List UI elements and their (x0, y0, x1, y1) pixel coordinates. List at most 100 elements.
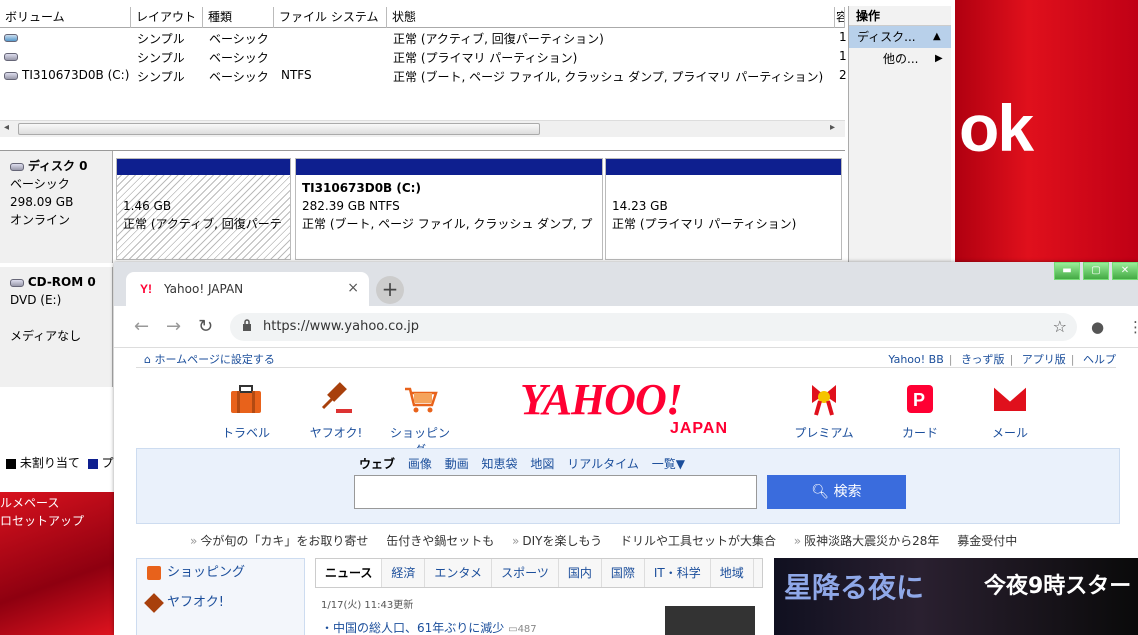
disk0-label[interactable]: ディスク 0 ベーシック 298.09 GB オンライン (0, 151, 113, 263)
scroll-left-icon[interactable]: ◂ (4, 122, 9, 133)
promo-link[interactable]: 阪神淡路大震災から28年 (804, 534, 939, 548)
sidebar-item-auction[interactable]: ヤフオク! (137, 589, 304, 619)
gavel-icon (321, 382, 352, 413)
partition-recovery[interactable]: 1.46 GB 正常 (アクティブ, 回復パーテ (116, 158, 291, 260)
service-shopping[interactable]: ショッピング (390, 381, 450, 458)
new-tab-button[interactable]: + (376, 276, 404, 304)
window-controls: ▬ ▢ ✕ (1051, 262, 1138, 280)
cdrom-label[interactable]: CD-ROM 0 DVD (E:) メディアなし (0, 267, 113, 387)
search-tab-chiebukuro[interactable]: 知恵袋 (482, 457, 518, 471)
desktop-text-2: ロセットアップ (0, 514, 85, 528)
partition-primary[interactable]: 14.23 GB 正常 (プライマリ パーティション) (605, 158, 842, 260)
col-type[interactable]: 種類 (203, 7, 274, 28)
horizontal-scrollbar[interactable]: ◂ ▸ (0, 120, 845, 137)
legend-unalloc: 未割り当て (19, 456, 80, 470)
promo-link[interactable]: 募金受付中 (957, 534, 1017, 548)
yahoo-logo[interactable]: YAHOO! JAPAN (520, 378, 740, 438)
banner-ad[interactable]: 星降る夜に 今夜9時スター (774, 558, 1138, 635)
news-tab[interactable]: スポーツ (492, 559, 559, 587)
service-label: プレミアム (794, 426, 854, 440)
news-tab[interactable]: 国際 (602, 559, 645, 587)
bookmark-star-icon[interactable]: ☆ (1053, 317, 1067, 336)
news-thumbnail[interactable] (665, 606, 755, 635)
actions-item-disk[interactable]: ディスク... ▲ (849, 26, 951, 48)
menu-icon[interactable]: ⋮ (1128, 318, 1138, 336)
news-tab[interactable]: 経済 (382, 559, 426, 587)
col-capacity[interactable]: 容 (835, 7, 845, 28)
close-button[interactable]: ✕ (1112, 262, 1138, 280)
top-link[interactable]: きっず版 (961, 353, 1005, 366)
volume-type: ベーシック (209, 51, 269, 65)
profile-icon[interactable]: ● (1091, 318, 1104, 336)
comment-count: ▭487 (508, 624, 537, 635)
chevron-icon: » (512, 534, 520, 548)
search-input[interactable] (354, 475, 757, 509)
col-layout[interactable]: レイアウト (131, 7, 203, 28)
volume-row[interactable]: シンプル ベーシック 正常 (プライマリ パーティション) 1 (0, 48, 847, 67)
partition-bar (117, 159, 290, 175)
top-links: Yahoo! BB | きっず版 | アプリ版 | ヘルプ (888, 351, 1116, 367)
partition-c[interactable]: TI310673D0B (C:) 282.39 GB NTFS 正常 (ブート,… (295, 158, 603, 260)
news-tab[interactable]: エンタメ (425, 559, 493, 587)
partition-status: 正常 (ブート, ページ ファイル, クラッシュ ダンプ, プ (302, 217, 593, 231)
search-tab-video[interactable]: 動画 (445, 457, 469, 471)
sidebar-item-label: ヤフオク! (167, 595, 224, 610)
top-link[interactable]: アプリ版 (1022, 353, 1066, 366)
back-icon[interactable]: ← (134, 316, 149, 337)
maximize-button[interactable]: ▢ (1083, 262, 1109, 280)
search-tab-realtime[interactable]: リアルタイム (567, 457, 639, 471)
scroll-right-icon[interactable]: ▸ (830, 122, 835, 133)
reload-icon[interactable]: ↻ (198, 316, 213, 337)
search-button[interactable]: 🔍︎ 検索 (767, 475, 906, 509)
service-travel[interactable]: トラベル (216, 381, 276, 441)
address-bar[interactable]: https://www.yahoo.co.jp ☆ (230, 313, 1077, 341)
top-link[interactable]: ヘルプ (1083, 353, 1116, 366)
actions-pane: 操作 ディスク... ▲ 他の... ▶ (848, 6, 951, 266)
minimize-button[interactable]: ▬ (1054, 262, 1080, 280)
cdrom-icon (10, 278, 24, 287)
news-tab[interactable]: ニュース (316, 559, 383, 587)
top-link[interactable]: Yahoo! BB (888, 353, 943, 366)
set-homepage-link[interactable]: ⌂ ホームページに設定する (144, 351, 275, 367)
partition-title (123, 179, 290, 197)
scrollbar-thumb[interactable] (18, 123, 540, 135)
browser-window: Y! Yahoo! JAPAN × + ▬ ▢ ✕ ← → ↻ https://… (114, 262, 1138, 635)
service-sidebar: ショッピング ヤフオク! (136, 558, 305, 635)
svg-text:P: P (913, 390, 925, 410)
collapse-up-icon[interactable]: ▲ (933, 26, 941, 48)
volume-capacity: 2 (839, 68, 847, 82)
sidebar-item-shopping[interactable]: ショッピング (137, 559, 304, 589)
cdrom-name: CD-ROM 0 (27, 275, 96, 289)
volume-row[interactable]: シンプル ベーシック 正常 (アクティブ, 回復パーティション) 1 (0, 29, 847, 48)
col-status[interactable]: 状態 (387, 7, 835, 28)
tab-yahoo[interactable]: Y! Yahoo! JAPAN × (126, 272, 369, 306)
volume-row[interactable]: TI310673D0B (C:) シンプル ベーシック NTFS 正常 (ブート… (0, 67, 847, 86)
service-card[interactable]: P カード (890, 381, 950, 441)
logo-text: YAHOO! (520, 375, 683, 424)
volume-type: ベーシック (209, 32, 269, 46)
actions-item-other[interactable]: 他の... ▶ (849, 48, 951, 70)
promo-link[interactable]: ドリルや工具セットが大集合 (620, 534, 776, 548)
volume-type: ベーシック (209, 70, 269, 84)
promo-link[interactable]: 今が旬の「カキ」をお取り寄せ (200, 534, 368, 548)
news-tab[interactable]: 国内 (559, 559, 602, 587)
service-premium[interactable]: プレミアム (794, 381, 854, 441)
volume-layout: シンプル (137, 51, 185, 65)
tab-close-icon[interactable]: × (347, 280, 359, 296)
search-tab-web[interactable]: ウェブ (359, 457, 395, 471)
set-homepage-label: ホームページに設定する (154, 353, 275, 366)
col-volume[interactable]: ボリューム (0, 7, 131, 28)
news-tab[interactable]: IT・科学 (645, 559, 711, 587)
promo-link[interactable]: 缶付きや鍋セットも (386, 534, 494, 548)
promo-link[interactable]: DIYを楽しもう (522, 534, 602, 548)
cart-icon (147, 566, 161, 580)
forward-icon[interactable]: → (166, 316, 181, 337)
search-tab-more[interactable]: 一覧▼ (652, 457, 685, 471)
service-auction[interactable]: ヤフオク! (306, 381, 366, 441)
volume-layout: シンプル (137, 32, 185, 46)
col-filesystem[interactable]: ファイル システム (274, 7, 387, 28)
service-mail[interactable]: メール (980, 381, 1040, 441)
search-tab-map[interactable]: 地図 (530, 457, 554, 471)
search-tab-image[interactable]: 画像 (408, 457, 432, 471)
news-tab[interactable]: 地域 (711, 559, 754, 587)
